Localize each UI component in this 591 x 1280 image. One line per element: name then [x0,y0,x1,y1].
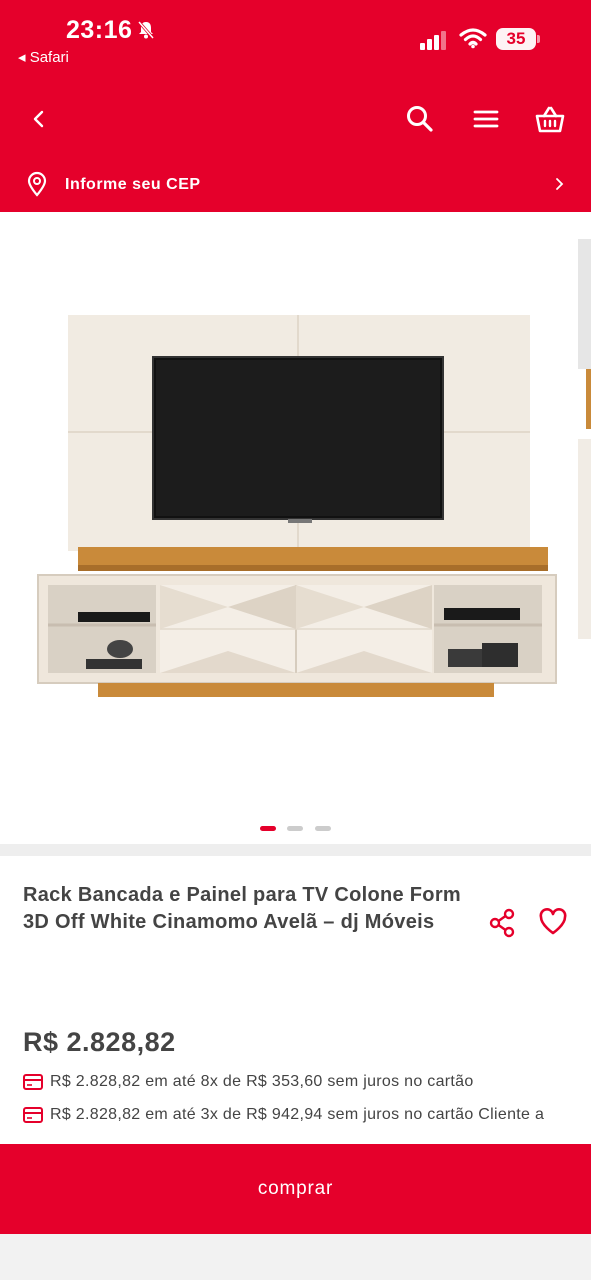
next-image-preview [578,239,591,659]
hamburger-menu-icon[interactable] [472,106,500,132]
wifi-icon [459,28,487,49]
section-divider [0,844,591,856]
bell-muted-icon [137,21,155,39]
carousel-dot-1[interactable] [260,826,276,831]
carousel-dot-2[interactable] [287,826,303,831]
product-price: R$ 2.828,82 [23,1027,176,1057]
basket-icon[interactable] [534,104,566,134]
installment-option-1: R$ 2.828,82 em até 8x de R$ 353,60 sem j… [23,1072,583,1092]
status-bar: 23:16 ◂ Safari 35 [0,0,591,86]
product-title: Rack Bancada e Painel para TV Colone For… [23,884,461,933]
signal-icon [420,31,446,50]
favorite-heart-icon[interactable] [538,908,568,936]
cep-bar[interactable]: Informe seu CEP [0,154,591,212]
chevron-right-icon [556,178,564,190]
installment-option-2: R$ 2.828,82 em até 3x de R$ 942,94 sem j… [23,1105,583,1125]
back-arrow-icon[interactable] [26,106,52,132]
credit-card-icon [23,1074,43,1090]
battery-level: 35 [506,29,526,48]
share-icon[interactable] [488,908,516,938]
product-image [37,315,557,697]
status-time: 23:16 [66,16,133,44]
top-nav [0,86,591,154]
installment-text: R$ 2.828,82 em até 3x de R$ 942,94 sem j… [50,1106,545,1123]
carousel-dot-3[interactable] [315,826,331,831]
back-to-safari-link[interactable]: ◂ Safari [18,48,69,66]
cep-label: Informe seu CEP [65,176,201,193]
location-pin-icon [27,171,47,197]
credit-card-icon [23,1107,43,1123]
search-icon[interactable] [405,104,435,134]
battery-indicator: 35 [496,28,540,50]
installment-text: R$ 2.828,82 em até 8x de R$ 353,60 sem j… [50,1073,474,1090]
bottom-safe-area [0,1234,591,1280]
carousel-pagination [0,826,591,836]
buy-button[interactable]: comprar [0,1144,591,1234]
product-image-carousel[interactable] [0,212,591,844]
